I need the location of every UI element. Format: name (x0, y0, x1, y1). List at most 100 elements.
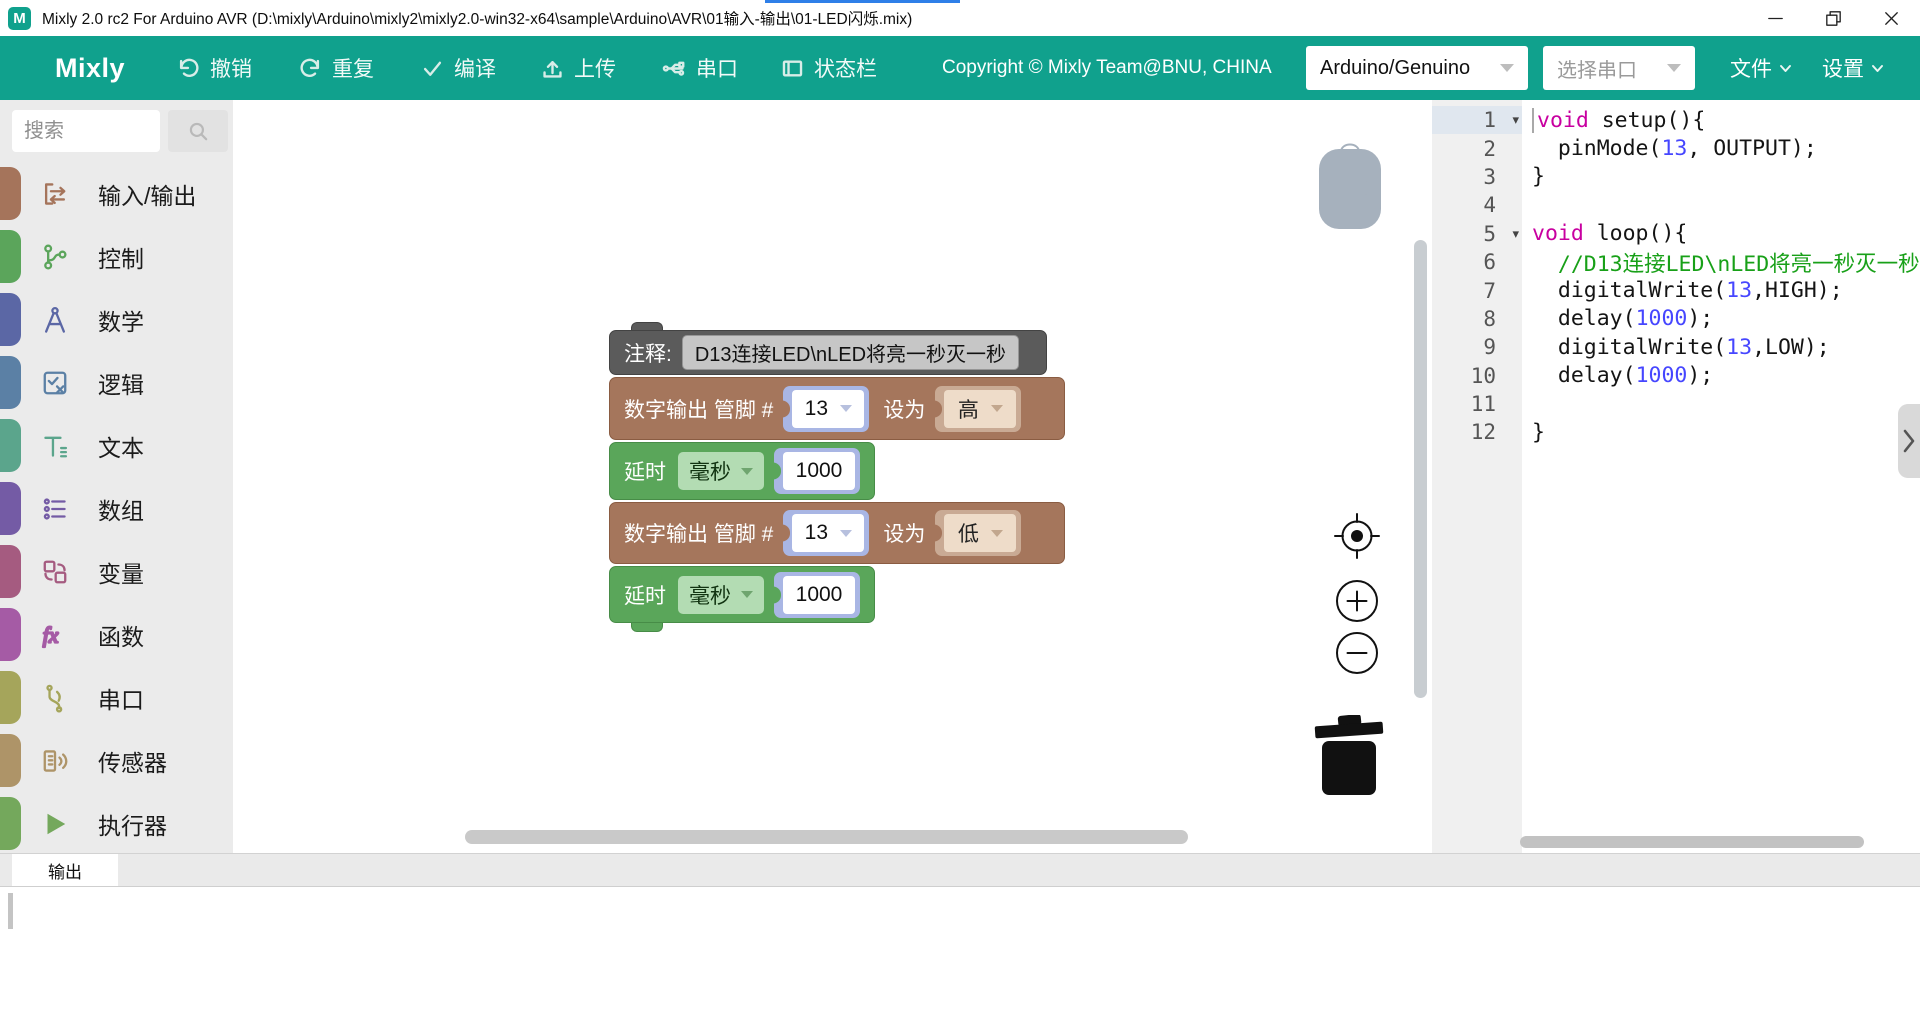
code-text: void loop(){ (1522, 221, 1687, 246)
pin-number-input[interactable]: 13 (783, 510, 869, 556)
delay-block-1[interactable]: 延时 毫秒 1000 (609, 442, 875, 500)
code-text: pinMode(13, OUTPUT); (1522, 136, 1817, 161)
zoom-out-icon[interactable] (1334, 630, 1380, 676)
fold-arrow-icon[interactable]: ▾ (1512, 112, 1519, 128)
category-variable[interactable]: 变量 (0, 540, 233, 603)
category-text-color-bar (0, 419, 21, 472)
code-horizontal-scrollbar[interactable] (1520, 836, 1864, 848)
code-line-5: 5▾void loop(){ (1432, 220, 1920, 248)
output-scrollbar[interactable] (8, 893, 13, 929)
delay-unit-dropdown[interactable]: 毫秒 (678, 576, 764, 614)
category-function-color-bar (0, 608, 21, 661)
category-serial-label: 串口 (98, 681, 144, 715)
search-icon (186, 119, 210, 143)
pin-value: 13 (805, 397, 828, 421)
dropdown-arrow-icon (741, 591, 753, 598)
delay-unit-dropdown[interactable]: 毫秒 (678, 452, 764, 490)
code-line-12: 12} (1432, 418, 1920, 446)
code-text: digitalWrite(13,LOW); (1522, 335, 1830, 360)
line-number: 9 (1432, 333, 1522, 361)
digital-write-block-low[interactable]: 数字输出 管脚 # 13 设为 低 (609, 502, 1065, 564)
category-control-color-bar (0, 230, 21, 283)
delay-value-input[interactable]: 1000 (774, 448, 860, 494)
file-menu-label: 文件 (1730, 53, 1772, 83)
dropdown-arrow-icon (1667, 64, 1681, 72)
code-line-1: 1▾void setup(){ (1432, 106, 1920, 134)
board-selector-value: Arduino/Genuino (1320, 57, 1470, 80)
canvas-vertical-scrollbar[interactable] (1414, 240, 1427, 698)
state-dropdown[interactable]: 低 (935, 510, 1021, 556)
trash-icon[interactable] (1314, 715, 1384, 795)
compile-button[interactable]: 编译 (420, 36, 496, 100)
pin-value: 13 (805, 521, 828, 545)
code-line-3: 3} (1432, 163, 1920, 191)
block-category-sidebar: 输入/输出控制数学逻辑文本数组变量fx函数串口传感器执行器 (0, 100, 233, 853)
brand-label: Mixly (55, 36, 125, 100)
category-function[interactable]: fx函数 (0, 603, 233, 666)
file-menu[interactable]: 文件 (1730, 36, 1793, 100)
code-lines: 1▾void setup(){2 pinMode(13, OUTPUT);3}4… (1432, 106, 1920, 447)
code-text: delay(1000); (1522, 363, 1713, 388)
board-selector[interactable]: Arduino/Genuino (1306, 46, 1528, 90)
comment-block[interactable]: 注释: D13连接LED\nLED将亮一秒灭一秒 (609, 330, 1047, 375)
pin-number-input[interactable]: 13 (783, 386, 869, 432)
category-array[interactable]: 数组 (0, 477, 233, 540)
tab-output[interactable]: 输出 (12, 854, 118, 887)
category-control[interactable]: 控制 (0, 225, 233, 288)
panel-expander[interactable] (1898, 404, 1920, 478)
close-button[interactable] (1862, 0, 1920, 36)
category-logic[interactable]: 逻辑 (0, 351, 233, 414)
backpack-icon[interactable] (1316, 135, 1384, 233)
delay-block-2[interactable]: 延时 毫秒 1000 (609, 566, 875, 623)
check-icon (420, 56, 445, 81)
category-array-label: 数组 (98, 492, 144, 526)
code-line-10: 10 delay(1000); (1432, 362, 1920, 390)
search-button[interactable] (168, 110, 228, 152)
close-icon (1881, 8, 1902, 29)
category-actuator[interactable]: 执行器 (0, 792, 233, 855)
category-io[interactable]: 输入/输出 (0, 162, 233, 225)
digital-write-block-high[interactable]: 数字输出 管脚 # 13 设为 高 (609, 377, 1065, 440)
serial-monitor-button[interactable]: 串口 (662, 36, 738, 100)
category-actuator-color-bar (0, 797, 21, 850)
copyright-text: Copyright © Mixly Team@BNU, CHINA (942, 36, 1272, 100)
settings-menu[interactable]: 设置 (1822, 36, 1885, 100)
restore-button[interactable] (1804, 0, 1862, 36)
category-math-label: 数学 (98, 303, 144, 337)
minimize-button[interactable] (1746, 0, 1804, 36)
category-sensor[interactable]: 传感器 (0, 729, 233, 792)
state-dropdown[interactable]: 高 (935, 386, 1021, 432)
line-number: 12 (1432, 418, 1522, 446)
category-serial[interactable]: 串口 (0, 666, 233, 729)
category-text[interactable]: 文本 (0, 414, 233, 477)
undo-button-label: 撤销 (210, 53, 252, 83)
minimize-icon (1765, 8, 1786, 29)
upload-button[interactable]: 上传 (540, 36, 616, 100)
line-number: 6 (1432, 248, 1522, 276)
category-logic-label: 逻辑 (98, 366, 144, 400)
cable-icon (40, 683, 70, 713)
line-number: 8 (1432, 305, 1522, 333)
blockly-workspace[interactable]: 注释: D13连接LED\nLED将亮一秒灭一秒 数字输出 管脚 # 13 设为… (233, 100, 1432, 853)
io-arrows-icon (40, 179, 70, 209)
redo-button[interactable]: 重复 (298, 36, 374, 100)
category-control-label: 控制 (98, 240, 144, 274)
zoom-reset-icon[interactable] (1331, 510, 1383, 562)
statusbar-button[interactable]: 状态栏 (780, 36, 877, 100)
fold-arrow-icon[interactable]: ▾ (1512, 226, 1519, 242)
digital-write-label: 数字输出 管脚 # (624, 518, 773, 548)
text-cursor (1532, 108, 1534, 133)
delay-unit-value: 毫秒 (689, 580, 731, 610)
comment-text-field[interactable]: D13连接LED\nLED将亮一秒灭一秒 (682, 335, 1019, 370)
text-icon (40, 431, 70, 461)
zoom-in-icon[interactable] (1334, 578, 1380, 624)
category-math[interactable]: 数学 (0, 288, 233, 351)
undo-button[interactable]: 撤销 (176, 36, 252, 100)
search-input[interactable] (12, 110, 160, 152)
canvas-horizontal-scrollbar[interactable] (465, 830, 1188, 844)
port-selector[interactable]: 选择串口 (1543, 46, 1695, 90)
delay-value-input[interactable]: 1000 (774, 572, 860, 618)
category-sensor-label: 传感器 (98, 744, 167, 778)
swap-icon (40, 557, 70, 587)
play-icon (40, 809, 70, 839)
